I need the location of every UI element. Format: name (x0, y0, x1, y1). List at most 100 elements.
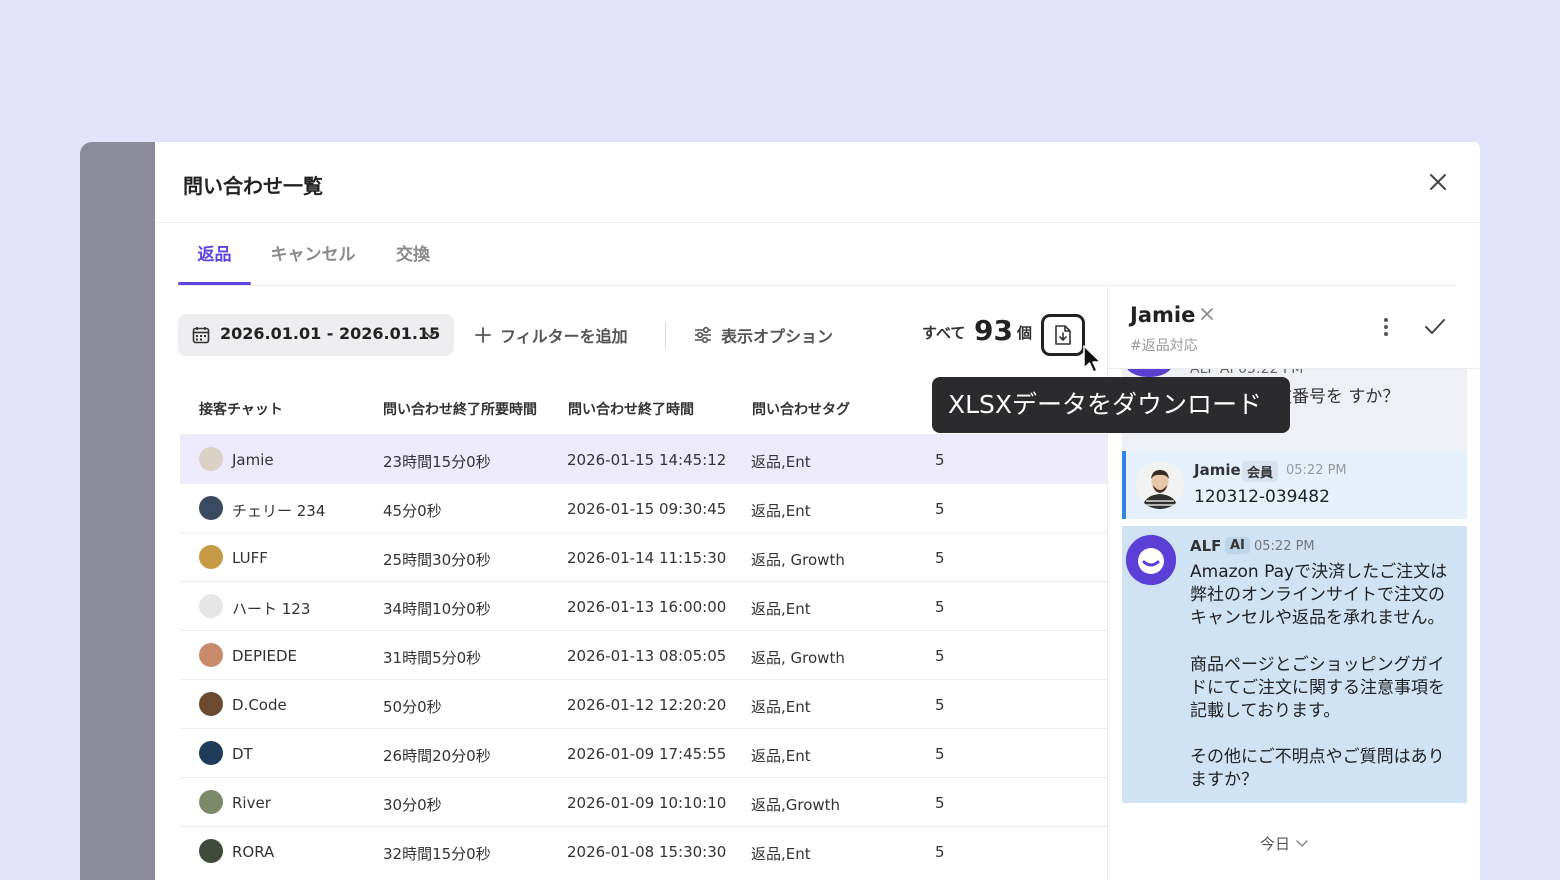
cell-ended-at: 2026-01-15 09:30:45 (567, 500, 727, 518)
close-chat-icon[interactable] (1200, 307, 1214, 321)
message-sender: ALF (1190, 369, 1216, 377)
plus-icon (475, 327, 491, 343)
table-row[interactable]: River 30分0秒 2026-01-09 10:10:10 返品,Growth 5 (180, 777, 1107, 826)
cell-ended-at: 2026-01-12 12:20:20 (567, 696, 727, 714)
modal-header: 問い合わせ一覧 (155, 142, 1480, 223)
customer-avatar (199, 545, 223, 569)
cell-duration: 45分0秒 (383, 502, 442, 520)
tab-returns[interactable]: 返品 (178, 224, 251, 286)
chat-message-user: Jamie 会員 05:22 PM 120312-039482 (1122, 451, 1467, 519)
chat-panel: Jamie #返品対応 ALF AI 05:22 PM ですね。注文番号を すか… (1107, 287, 1480, 880)
chevron-down-icon (424, 331, 436, 339)
table-row[interactable]: DEPIEDE 31時間5分0秒 2026-01-13 08:05:05 返品, Gr… (180, 630, 1107, 679)
cell-ended-at: 2026-01-14 11:15:30 (567, 549, 727, 567)
cell-chat-name: ハート 123 (232, 600, 311, 618)
cell-tags: 返品, Growth (751, 649, 845, 667)
column-header-tags[interactable]: 問い合わせタグ (752, 399, 850, 419)
xlsx-download-button[interactable] (1041, 314, 1085, 356)
cell-tags: 返品,Ent (751, 747, 811, 765)
alf-bot-avatar (1126, 369, 1172, 377)
date-range-picker[interactable]: 2026.01.01 - 2026.01.15 (178, 314, 454, 356)
cell-score: 5 (935, 745, 945, 763)
total-count-unit: 個 (1017, 324, 1033, 342)
message-time: 05:22 PM (1238, 369, 1304, 377)
cell-tags: 返品,Growth (751, 796, 841, 814)
customer-avatar (199, 839, 223, 863)
cell-ended-at: 2026-01-09 10:10:10 (567, 794, 727, 812)
date-range-text: 2026.01.01 - 2026.01.15 (220, 324, 441, 343)
cell-chat-name: DT (232, 745, 253, 763)
table-row[interactable]: ハート 123 34時間10分0秒 2026-01-13 16:00:00 返品,En… (180, 581, 1107, 630)
table-row[interactable]: チェリー 234 45分0秒 2026-01-15 09:30:45 返品,Ent 5 (180, 483, 1107, 532)
table-row[interactable]: RORA 32時間15分0秒 2026-01-08 15:30:30 返品,Ent 5 (180, 826, 1107, 875)
chat-tag: #返品対応 (1130, 338, 1198, 354)
cell-score: 5 (935, 647, 945, 665)
table-row[interactable]: Jamie 23時間15分0秒 2026-01-15 14:45:12 返品,Ent 5 (180, 434, 1107, 483)
column-header-ended-at[interactable]: 問い合わせ終了時間 (568, 399, 694, 419)
tab-exchange[interactable]: 交換 (394, 224, 432, 286)
cell-score: 5 (935, 598, 945, 616)
user-avatar (1136, 461, 1184, 509)
column-header-duration[interactable]: 問い合わせ終了所要時間 (383, 399, 537, 419)
file-download-icon (1055, 325, 1071, 345)
sliders-icon (695, 326, 711, 344)
cell-chat-name: River (232, 794, 271, 812)
table-body: Jamie 23時間15分0秒 2026-01-15 14:45:12 返品,Ent 5… (180, 434, 1107, 875)
cell-duration: 31時間5分0秒 (383, 649, 482, 667)
cell-score: 5 (935, 500, 945, 518)
message-paragraph: Amazon Payで決済したご注文は弊社のオンラインサイトで注文のキャンセルや… (1190, 562, 1448, 628)
resolve-check-icon[interactable] (1424, 317, 1446, 337)
cell-chat-name: LUFF (232, 549, 268, 567)
close-icon (1430, 174, 1446, 190)
cell-score: 5 (935, 451, 945, 469)
cell-chat-name: DEPIEDE (232, 647, 298, 665)
alf-bot-avatar (1126, 535, 1176, 585)
add-filter-button[interactable]: フィルターを追加 (474, 314, 628, 356)
cell-tags: 返品,Ent (751, 502, 811, 520)
column-header-chat[interactable]: 接客チャット (199, 399, 283, 419)
cell-chat-name: チェリー 234 (232, 502, 326, 520)
cell-score: 5 (935, 794, 945, 812)
modal-title: 問い合わせ一覧 (183, 174, 323, 198)
cell-ended-at: 2026-01-08 15:30:30 (567, 843, 727, 861)
total-count-value: 93 (974, 314, 1013, 347)
active-tab-indicator (178, 282, 251, 285)
display-options-button[interactable]: 表示オプション (693, 314, 833, 356)
customer-avatar (199, 692, 223, 716)
message-paragraph: 商品ページとごショッピングガイドにてご注文に関する注意事項を記載しております。 (1190, 655, 1445, 721)
chevron-down-icon (1296, 839, 1308, 847)
table-row[interactable]: DT 26時間20分0秒 2026-01-09 17:45:55 返品,Ent 5 (180, 728, 1107, 777)
table-row[interactable]: D.Code 50分0秒 2026-01-12 12:20:20 返品,Ent 5 (180, 679, 1107, 728)
cell-ended-at: 2026-01-13 16:00:00 (567, 598, 727, 616)
ai-badge: AI (1219, 369, 1234, 377)
cell-tags: 返品,Ent (751, 453, 811, 471)
customer-avatar (199, 496, 223, 520)
total-count-label: すべて (922, 324, 966, 342)
backdrop-panel (80, 142, 155, 880)
mouse-pointer-icon (1083, 345, 1102, 373)
more-options-icon[interactable] (1376, 317, 1396, 337)
customer-avatar (199, 790, 223, 814)
close-button[interactable] (1426, 170, 1450, 194)
cell-chat-name: D.Code (232, 696, 287, 714)
table-row[interactable]: LUFF 25時間30分0秒 2026-01-14 11:15:30 返品, Grow… (180, 532, 1107, 581)
cell-duration: 30分0秒 (383, 796, 442, 814)
tab-bar: 返品 キャンセル 交換 (178, 224, 1456, 286)
toolbar-divider (665, 322, 666, 348)
date-divider-today[interactable]: 今日 (1260, 833, 1308, 854)
message-paragraph: その他にご不明点やご質問はありますか？ (1190, 747, 1445, 790)
cell-chat-name: Jamie (232, 451, 274, 469)
download-tooltip: XLSXデータをダウンロード (932, 377, 1290, 433)
customer-avatar (199, 594, 223, 618)
message-meta: ALF AI 05:22 PM (1190, 369, 1303, 377)
tab-cancel[interactable]: キャンセル (270, 224, 356, 286)
cell-chat-name: RORA (232, 843, 275, 861)
display-options-label: 表示オプション (721, 327, 834, 346)
cell-score: 5 (935, 549, 945, 567)
inquiry-table: 接客チャット 問い合わせ終了所要時間 問い合わせ終了時間 問い合わせタグ Jam… (180, 382, 1107, 875)
add-filter-label: フィルターを追加 (500, 327, 628, 346)
cell-ended-at: 2026-01-13 08:05:05 (567, 647, 727, 665)
cell-duration: 32時間15分0秒 (383, 845, 491, 863)
cell-score: 5 (935, 696, 945, 714)
message-time: 05:22 PM (1286, 463, 1347, 478)
